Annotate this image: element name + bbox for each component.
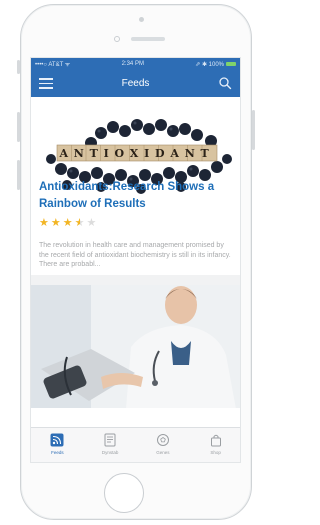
tab-label: Shop [210,450,221,455]
star-full-icon: ★ [39,217,49,229]
page-title: Feeds [121,78,150,89]
power-button [252,110,255,150]
tab-label: Feeds [51,450,64,455]
earpiece-speaker [131,37,165,41]
search-icon[interactable] [218,76,232,90]
star-empty-icon: ★ [86,217,97,229]
document-icon [104,433,116,447]
status-time: 2:34 PM [121,61,144,67]
battery-label: ⇗ ✱ 100% [195,61,224,68]
ball-icon [156,434,169,446]
battery-icon [225,62,236,66]
tab-label: Dynstab [101,450,119,455]
tab-dynstab[interactable]: Dynstab [84,428,137,462]
card-divider [31,275,240,285]
tab-label: Genes [156,450,170,455]
feed-list[interactable]: ANTIOXIDANT Antioxidants:Research Shows … [31,97,240,408]
home-button[interactable] [104,473,144,513]
nav-bar: Feeds [31,70,240,97]
rss-icon [50,433,64,447]
doctor-image[interactable] [31,285,240,408]
doctor-photo [31,285,240,408]
star-half-icon: ★ [74,217,85,229]
tab-genes[interactable]: Genes [137,428,190,462]
menu-icon[interactable] [39,78,53,89]
star-rating: ★ ★ ★ ★ ★ [39,218,96,229]
article-title[interactable]: Antioxidants:Research Shows a Rainbow of… [39,179,235,213]
volume-down-button [17,160,20,190]
volume-up-button [17,112,20,142]
tab-feeds[interactable]: Feeds [31,428,84,462]
article-excerpt[interactable]: The revolution in health care and manage… [39,241,235,270]
status-bar: ••••○ AT&T ᯤ 2:34 PM ⇗ ✱ 100% [31,58,240,70]
mute-switch [17,60,20,74]
front-camera [114,36,120,42]
battery-status: ⇗ ✱ 100% [195,61,236,68]
camera-dot [139,17,144,22]
tile-letters: ANTIOXIDANT [58,147,214,160]
star-full-icon: ★ [62,217,73,229]
star-full-icon: ★ [50,217,61,229]
tab-shop[interactable]: Shop [189,428,240,462]
tab-bar: Feeds Dynstab Genes Shop [31,427,240,462]
bag-icon [210,434,221,447]
carrier-signal: ••••○ AT&T ᯤ [35,62,71,68]
app-screen: ••••○ AT&T ᯤ 2:34 PM ⇗ ✱ 100% Feeds ANTI… [30,57,241,463]
